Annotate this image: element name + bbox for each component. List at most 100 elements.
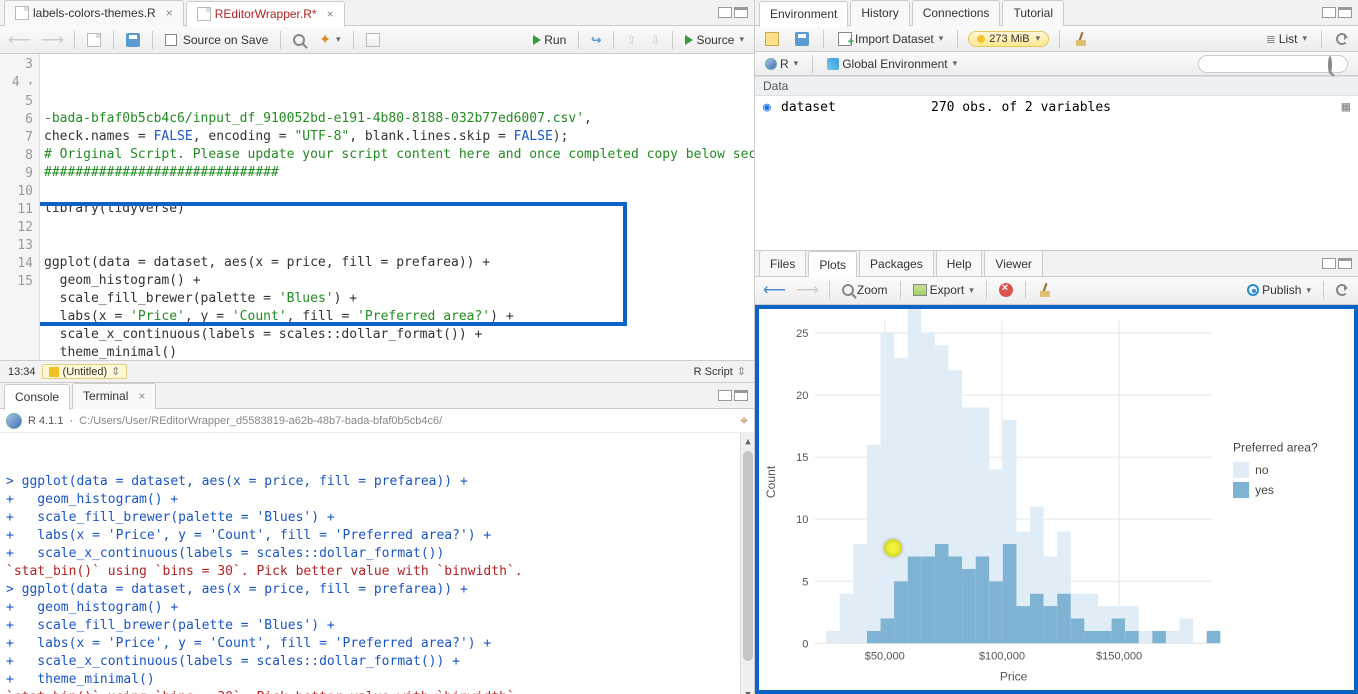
env-row-dataset[interactable]: ◉ dataset 270 obs. of 2 variables ▦ — [755, 96, 1358, 118]
refresh-plot-button[interactable] — [1332, 282, 1352, 298]
import-dataset-button[interactable]: + Import Dataset▾ — [834, 30, 947, 48]
env-scope-bar: R▾ Global Environment▾ — [755, 52, 1358, 76]
r-file-icon — [197, 7, 211, 21]
refresh-icon — [1336, 284, 1348, 296]
zoom-button[interactable]: Zoom — [838, 281, 892, 299]
clear-console-icon[interactable]: ⌖ — [740, 412, 748, 429]
svg-text:Count: Count — [764, 465, 778, 498]
maximize-pane-icon[interactable] — [1338, 258, 1352, 269]
load-workspace-button[interactable] — [761, 30, 783, 48]
svg-text:10: 10 — [796, 514, 808, 526]
run-icon — [533, 35, 541, 45]
console-tab-row: Console Terminal× — [0, 383, 754, 409]
search-icon — [1328, 56, 1332, 74]
compile-report-button[interactable] — [362, 31, 384, 49]
save-icon — [795, 32, 809, 46]
svg-text:yes: yes — [1255, 483, 1274, 497]
go-up-button[interactable]: ⇧ — [622, 31, 640, 49]
tab-environment[interactable]: Environment — [759, 1, 848, 27]
r-icon — [765, 58, 777, 70]
svg-text:$150,000: $150,000 — [1096, 650, 1142, 662]
tab-history[interactable]: History — [850, 0, 909, 26]
rerun-icon: ↪ — [591, 33, 601, 47]
env-var-value: 270 obs. of 2 variables — [931, 100, 1111, 115]
wand-icon: ✦ — [319, 31, 331, 48]
code-editor[interactable]: 34 ▾56789101112131415 -bada-bfaf0b5cb4c6… — [0, 54, 754, 360]
close-icon[interactable]: × — [138, 389, 145, 403]
plot-area[interactable]: 0510152025$50,000$100,000$150,000PriceCo… — [759, 309, 1354, 690]
export-icon — [913, 284, 927, 296]
refresh-icon — [1336, 33, 1348, 45]
tab-tutorial[interactable]: Tutorial — [1002, 0, 1064, 26]
clear-workspace-button[interactable] — [1070, 30, 1092, 48]
env-toolbar: + Import Dataset▾ 273 MiB▾ ≣ List▾ — [755, 26, 1358, 52]
tab-label: REditorWrapper.R* — [215, 7, 317, 21]
tab-console[interactable]: Console — [4, 384, 70, 410]
minimize-pane-icon[interactable] — [718, 390, 732, 401]
plots-tab-row: Files Plots Packages Help Viewer — [755, 251, 1358, 277]
tab-files[interactable]: Files — [759, 250, 806, 276]
close-icon[interactable]: × — [166, 6, 173, 20]
lang-select[interactable]: R▾ — [761, 55, 802, 73]
console-output[interactable]: > ggplot(data = dataset, aes(x = price, … — [0, 433, 754, 694]
file-type[interactable]: R Script — [694, 366, 733, 378]
remove-plot-button[interactable] — [995, 281, 1017, 299]
cursor-pos: 13:34 — [8, 366, 36, 378]
maximize-pane-icon[interactable] — [734, 7, 748, 18]
clear-plots-button[interactable] — [1034, 281, 1056, 299]
svg-text:no: no — [1255, 463, 1269, 477]
rerun-button[interactable]: ↪ — [587, 31, 605, 49]
run-button[interactable]: Run — [529, 31, 570, 49]
export-button[interactable]: Export▾ — [909, 281, 978, 299]
source-tab-row: labels-colors-themes.R × REditorWrapper.… — [0, 0, 754, 26]
code-tools-button[interactable]: ✦▾ — [315, 29, 344, 50]
env-scope-select[interactable]: Global Environment▾ — [823, 55, 961, 73]
svg-text:$50,000: $50,000 — [865, 650, 905, 662]
view-grid-icon[interactable]: ▦ — [1342, 99, 1350, 115]
tab-connections[interactable]: Connections — [912, 0, 1001, 26]
minimize-pane-icon[interactable] — [718, 7, 732, 18]
remove-icon — [999, 283, 1013, 297]
source-toolbar: ⟵ ⟶ Source on Save ✦▾ Run ↪ ⇧ ⇩ Source▾ — [0, 26, 754, 54]
source-on-save-check[interactable]: Source on Save — [161, 31, 272, 49]
tab-plots[interactable]: Plots — [808, 251, 857, 277]
maximize-pane-icon[interactable] — [734, 390, 748, 401]
go-down-button[interactable]: ⇩ — [646, 31, 664, 49]
view-mode-list[interactable]: ≣ List▾ — [1262, 30, 1311, 48]
svg-text:20: 20 — [796, 390, 808, 402]
save-button[interactable] — [122, 31, 144, 49]
minimize-pane-icon[interactable] — [1322, 258, 1336, 269]
svg-text:$100,000: $100,000 — [979, 650, 1025, 662]
save-workspace-button[interactable] — [791, 30, 813, 48]
memory-usage[interactable]: 273 MiB▾ — [968, 31, 1049, 47]
tab-labels-colors[interactable]: labels-colors-themes.R × — [4, 0, 184, 26]
show-in-new-window[interactable] — [83, 31, 105, 49]
scrollbar[interactable]: ▲ ▼ — [740, 433, 754, 694]
tab-reditorwrapper[interactable]: REditorWrapper.R* × — [186, 1, 345, 27]
svg-text:Price: Price — [1000, 669, 1028, 683]
tab-terminal[interactable]: Terminal× — [72, 383, 156, 409]
tab-viewer[interactable]: Viewer — [984, 250, 1042, 276]
globe-icon — [827, 58, 839, 70]
env-var-name: dataset — [781, 100, 931, 115]
expand-icon[interactable]: ◉ — [763, 100, 777, 115]
svg-text:Preferred area?: Preferred area? — [1233, 441, 1318, 455]
console-meta: R 4.1.1 · C:/Users/User/REditorWrapper_d… — [0, 409, 754, 433]
tab-packages[interactable]: Packages — [859, 250, 934, 276]
minimize-pane-icon[interactable] — [1322, 7, 1336, 18]
refresh-button[interactable] — [1332, 31, 1352, 47]
publish-button[interactable]: Publish▾ — [1243, 281, 1315, 299]
source-button[interactable]: Source▾ — [681, 31, 748, 49]
zoom-icon — [842, 284, 854, 296]
svg-text:5: 5 — [802, 576, 808, 588]
close-icon[interactable]: × — [327, 7, 334, 21]
maximize-pane-icon[interactable] — [1338, 7, 1352, 18]
env-search[interactable] — [1198, 55, 1352, 73]
tab-help[interactable]: Help — [936, 250, 983, 276]
env-search-input[interactable] — [1198, 55, 1348, 73]
find-button[interactable] — [289, 32, 309, 48]
env-tab-row: Environment History Connections Tutorial — [755, 0, 1358, 26]
encoding-dropdown[interactable]: (Untitled) ⇕ — [42, 364, 128, 379]
code-area[interactable]: -bada-bfaf0b5cb4c6/input_df_910052bd-e19… — [40, 54, 754, 360]
prev-plot-icon[interactable]: ⟵ — [761, 280, 788, 300]
